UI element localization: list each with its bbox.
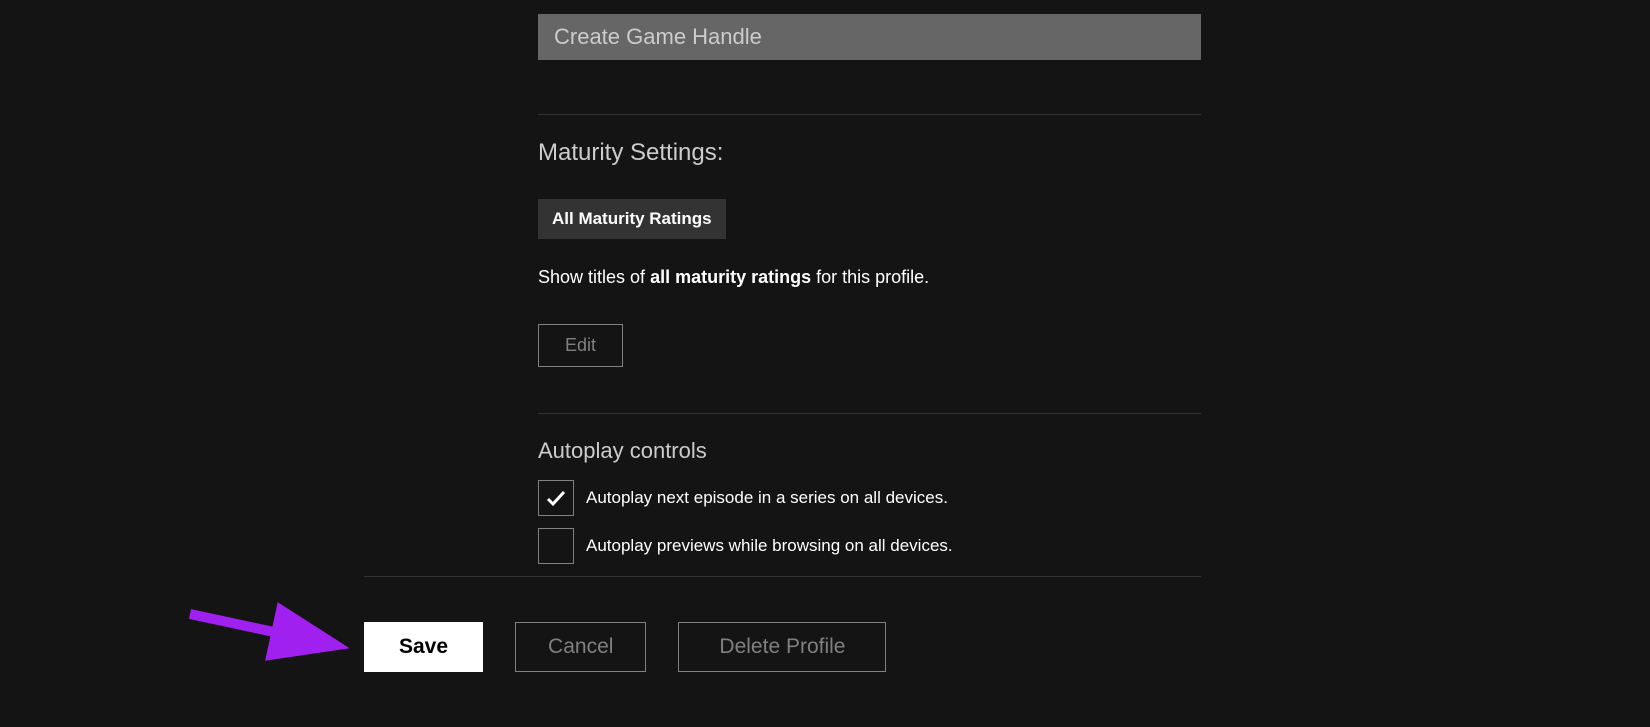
maturity-desc-prefix: Show titles of xyxy=(538,267,650,287)
maturity-description: Show titles of all maturity ratings for … xyxy=(538,267,1201,288)
autoplay-controls-heading: Autoplay controls xyxy=(538,438,1201,464)
save-button[interactable]: Save xyxy=(364,622,483,672)
bottom-divider xyxy=(364,576,1201,577)
maturity-settings-heading: Maturity Settings: xyxy=(538,139,1201,167)
game-handle-input[interactable] xyxy=(538,14,1201,60)
autoplay-next-episode-checkbox[interactable] xyxy=(538,480,574,516)
cancel-button[interactable]: Cancel xyxy=(515,622,646,672)
autoplay-next-episode-label: Autoplay next episode in a series on all… xyxy=(586,488,948,508)
maturity-rating-badge: All Maturity Ratings xyxy=(538,199,726,239)
annotation-arrow-icon xyxy=(180,602,360,672)
autoplay-previews-checkbox[interactable] xyxy=(538,528,574,564)
section-divider xyxy=(538,114,1201,115)
edit-maturity-button[interactable]: Edit xyxy=(538,324,623,367)
maturity-desc-bold: all maturity ratings xyxy=(650,267,811,287)
delete-profile-button[interactable]: Delete Profile xyxy=(678,622,886,672)
autoplay-previews-label: Autoplay previews while browsing on all … xyxy=(586,536,953,556)
checkmark-icon xyxy=(544,486,568,510)
maturity-desc-suffix: for this profile. xyxy=(811,267,929,287)
section-divider xyxy=(538,413,1201,414)
